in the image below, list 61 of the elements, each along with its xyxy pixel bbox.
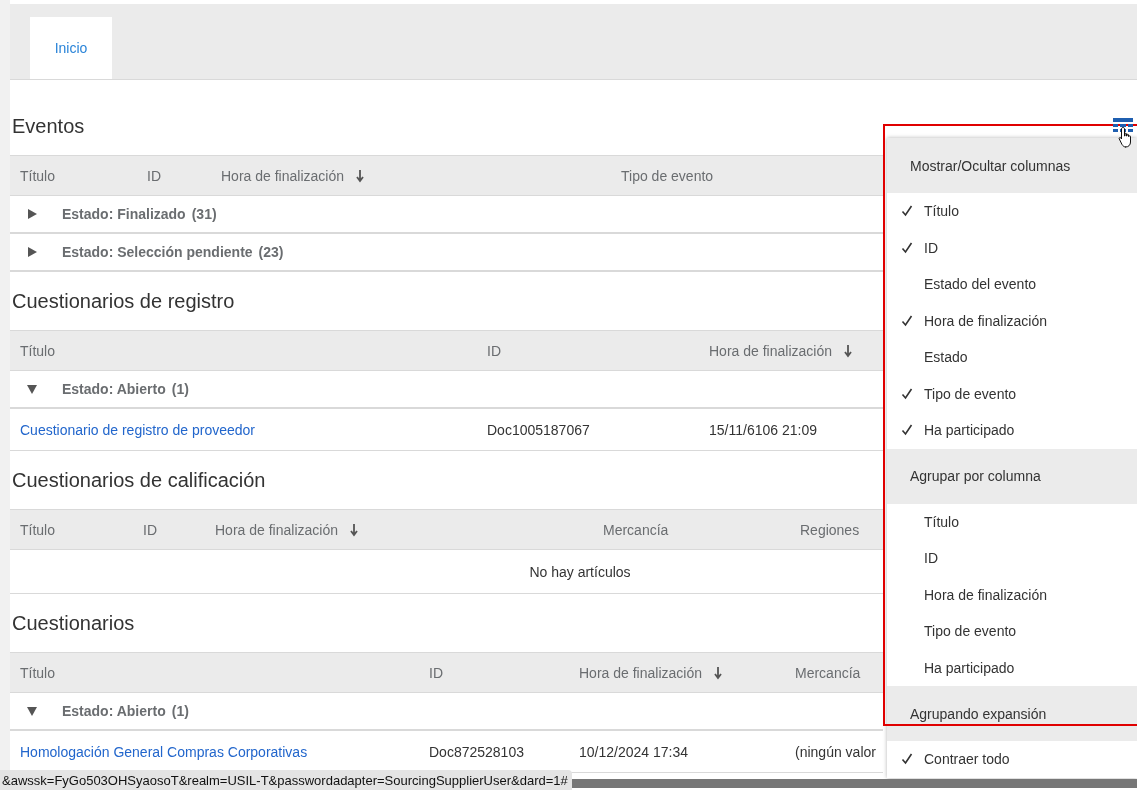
column-header[interactable]: Hora de finalización [205,521,593,538]
expand-triangle-icon[interactable] [26,208,38,220]
table-cell-text: Doc872528103 [428,743,525,760]
menu-item[interactable]: Hora de finalización [887,302,1137,339]
column-header[interactable]: ID [137,167,211,184]
menu-section-header: Agrupando expansión [887,686,1137,741]
menu-item[interactable]: ID [887,229,1137,266]
horizontal-scrollbar[interactable] [571,779,1137,788]
item-link[interactable]: Homologación General Compras Corporativas [10,743,419,760]
status-url: &awssk=FyGo503OHSyaosoT&realm=USIL-T&passwordadapter=SourcingSupplierUser&dard=1# [0,770,572,790]
menu-item[interactable]: Contraer todo [887,741,1137,778]
group-label: Estado: Abierto [62,381,166,397]
table-cell-text: (ningún valor [794,743,877,760]
menu-item[interactable]: Título [887,503,1137,540]
menu-item[interactable]: Título [887,193,1137,230]
menu-item[interactable]: ID [887,540,1137,577]
column-header[interactable]: Título [10,342,477,359]
collapse-triangle-icon[interactable] [26,383,38,395]
menu-item[interactable]: Estado [887,339,1137,376]
table-cell-text: 10/12/2024 17:34 [578,743,689,760]
menu-item[interactable]: Hora de finalización [887,576,1137,613]
column-header[interactable]: Hora de finalización [211,167,611,184]
menu-section-header: Agrupar por columna [887,448,1137,504]
column-header[interactable]: Tipo de evento [611,167,883,184]
tab[interactable]: Inicio [30,17,112,79]
table-settings-icon[interactable] [1113,118,1133,134]
menu-item[interactable]: Tipo de evento [887,375,1137,412]
group-count: (1) [171,381,189,397]
menu-item[interactable]: Ha participado [887,649,1137,686]
column-header[interactable]: ID [133,521,205,538]
section-title: Cuestionarios de calificación [11,468,266,492]
table-cell-text: 15/11/6106 21:09 [708,421,818,438]
group-count: (1) [171,703,189,719]
section-title: Cuestionarios [11,611,135,635]
menu-item[interactable]: Estado del evento [887,266,1137,303]
column-header[interactable]: Regiones [790,521,883,538]
group-label: Estado: Abierto [62,703,166,719]
section-title: Cuestionarios de registro [11,289,235,313]
group-label: Estado: Selección pendiente [62,244,253,260]
column-header[interactable]: Mercancía [785,664,883,681]
menu-section-header: Mostrar/Ocultar columnas [887,138,1137,193]
column-header[interactable]: Hora de finalización [569,664,785,681]
column-header[interactable]: Título [10,521,133,538]
collapse-triangle-icon[interactable] [26,705,38,717]
column-header[interactable]: Título [10,167,137,184]
menu-item[interactable]: Ha participado [887,412,1137,449]
expand-triangle-icon[interactable] [26,246,38,258]
menu-item[interactable]: Tipo de evento [887,613,1137,650]
column-header[interactable]: ID [477,342,699,359]
item-link[interactable]: Cuestionario de registro de proveedor [10,421,477,438]
group-label: Estado: Finalizado [62,206,186,222]
column-header[interactable]: ID [419,664,569,681]
empty-message: No hay artículos [529,563,631,580]
group-count: (31) [191,206,217,222]
group-count: (23) [258,244,284,260]
column-header[interactable]: Mercancía [593,521,790,538]
column-header[interactable]: Hora de finalización [699,342,883,359]
hand-cursor-icon [1118,126,1134,148]
column-header[interactable]: Título [10,664,419,681]
table-cell-text: Doc1005187067 [486,421,591,438]
section-title: Eventos [11,114,85,138]
